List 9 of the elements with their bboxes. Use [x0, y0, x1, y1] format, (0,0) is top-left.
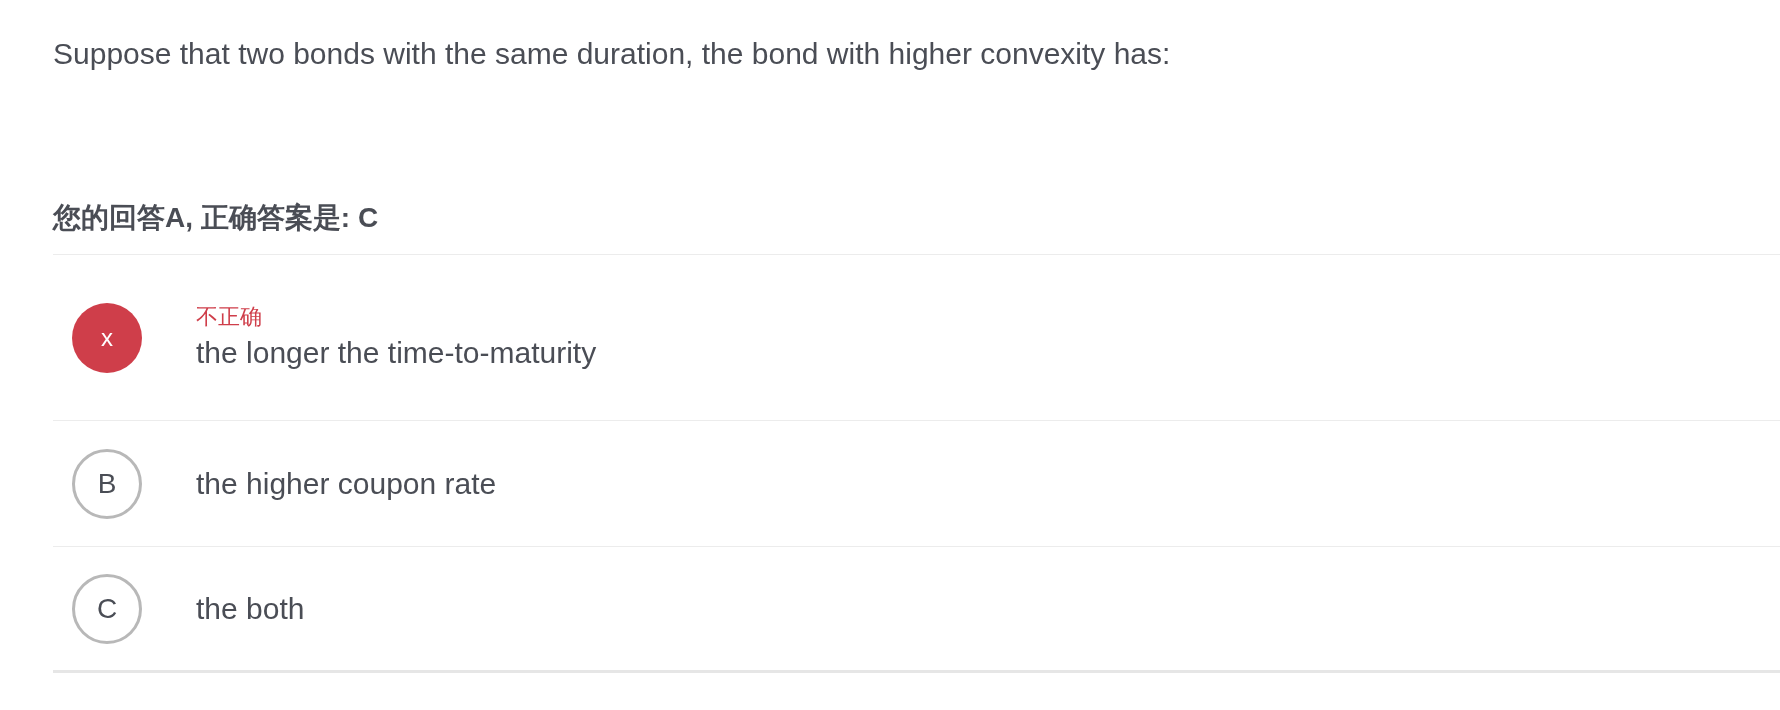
- wrong-answer-marker: x: [72, 302, 142, 373]
- question-text: Suppose that two bonds with the same duration, the bond with higher convexity has:: [53, 36, 1172, 72]
- option-text: the higher coupon rate: [196, 465, 497, 502]
- feedback-label: 不正确: [196, 302, 263, 331]
- option-text: the longer the time-to-maturity: [196, 334, 597, 371]
- option-marker: B: [72, 448, 142, 519]
- option-text: the both: [196, 590, 305, 627]
- answer-result: 您的回答A, 正确答案是: C: [53, 198, 1780, 255]
- option-marker: C: [72, 573, 142, 644]
